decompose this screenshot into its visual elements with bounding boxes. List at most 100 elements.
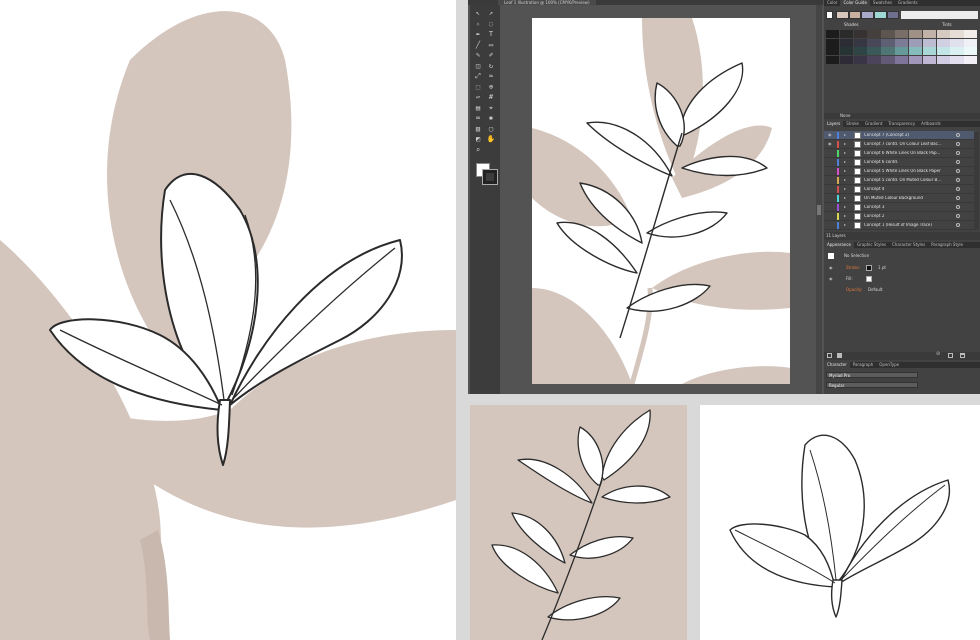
color-variation-swatch[interactable] xyxy=(867,38,881,47)
color-variation-swatch[interactable] xyxy=(839,55,854,64)
stroke-swatch[interactable] xyxy=(866,265,872,271)
color-variation-swatch[interactable] xyxy=(950,47,964,55)
harmony-swatch[interactable] xyxy=(874,11,887,19)
eye-icon[interactable]: ◉ xyxy=(829,277,833,281)
layer-row[interactable]: ▸ Concept 2 xyxy=(824,212,974,221)
canvas-vertical-scrollbar[interactable] xyxy=(816,5,822,394)
color-guide-tab-swatches[interactable]: Swatches xyxy=(870,0,895,6)
perspective-tool[interactable]: ▱ xyxy=(473,93,483,101)
font-family-field[interactable]: Myriad Pro xyxy=(826,372,918,378)
layer-name[interactable]: Concept 1 (Result of Image Trace) xyxy=(864,223,954,227)
color-variation-swatch[interactable] xyxy=(950,30,964,38)
stroke-weight-value[interactable]: 1 pt xyxy=(878,266,886,270)
slice-tool[interactable]: ◩ xyxy=(473,135,483,143)
eye-icon[interactable]: ◉ xyxy=(829,266,833,270)
color-variation-swatch[interactable] xyxy=(853,38,867,47)
color-variation-swatch[interactable] xyxy=(895,47,909,55)
delete-item-icon[interactable] xyxy=(960,353,965,358)
layers-tab-stroke[interactable]: Stroke xyxy=(843,121,862,127)
scale-tool[interactable]: ⤢ xyxy=(473,72,483,80)
expand-arrow-icon[interactable]: ▸ xyxy=(844,160,846,164)
color-variation-swatch[interactable] xyxy=(867,30,881,38)
rectangle-tool[interactable]: ▭ xyxy=(486,41,496,49)
color-variation-swatch[interactable] xyxy=(867,55,881,64)
appearance-tab-paragraph-style[interactable]: Paragraph Style xyxy=(928,242,966,248)
eye-icon[interactable]: ◉ xyxy=(828,133,832,137)
layers-tab-gradient[interactable]: Gradient xyxy=(862,121,885,127)
base-color-swatch[interactable] xyxy=(826,55,839,64)
color-variation-swatch[interactable] xyxy=(964,38,978,47)
color-variation-swatch[interactable] xyxy=(881,55,895,64)
appearance-opacity-row[interactable]: Opacity: Default xyxy=(826,286,976,296)
expand-arrow-icon[interactable]: ▸ xyxy=(844,151,846,155)
appearance-tab-graphic-styles[interactable]: Graphic Styles xyxy=(854,242,889,248)
magic-wand-tool[interactable]: ✧ xyxy=(473,20,483,28)
canvas-area[interactable] xyxy=(502,5,820,394)
appearance-tab-character-styles[interactable]: Character Styles xyxy=(889,242,928,248)
paintbrush-tool[interactable]: ✎ xyxy=(473,51,483,59)
harmony-swatch[interactable] xyxy=(836,11,849,19)
color-variation-swatch[interactable] xyxy=(881,38,895,47)
color-variation-swatch[interactable] xyxy=(908,30,923,38)
stroke-label[interactable]: Stroke: xyxy=(846,266,860,270)
layer-row[interactable]: ▸ Concept 6 contd. xyxy=(824,158,974,167)
layer-target-icon[interactable] xyxy=(956,187,960,191)
expand-arrow-icon[interactable]: ▸ xyxy=(844,142,846,146)
harmony-color-strip[interactable] xyxy=(826,11,978,19)
color-variation-swatch[interactable] xyxy=(936,47,950,55)
layer-name[interactable]: Concept 3 xyxy=(864,205,954,209)
layer-target-icon[interactable] xyxy=(956,223,960,227)
layer-row[interactable]: ▸ Concept 4 xyxy=(824,185,974,194)
expand-arrow-icon[interactable]: ▸ xyxy=(844,214,846,218)
base-color-swatch[interactable] xyxy=(826,38,839,47)
scrollbar-thumb[interactable] xyxy=(817,205,821,215)
layer-row[interactable]: ▸ Concept 5 contd. On Muted Colour B... xyxy=(824,176,974,185)
color-guide-tab-gradients[interactable]: Gradients xyxy=(895,0,921,6)
color-variation-swatch[interactable] xyxy=(950,38,964,47)
color-variation-swatch[interactable] xyxy=(908,47,923,55)
expand-arrow-icon[interactable]: ▸ xyxy=(844,205,846,209)
blend-tool[interactable]: ∞ xyxy=(473,114,483,122)
color-variation-swatch[interactable] xyxy=(908,38,923,47)
color-variation-swatch[interactable] xyxy=(964,30,978,38)
expand-arrow-icon[interactable]: ▸ xyxy=(844,169,846,173)
base-color-swatch[interactable] xyxy=(826,47,839,55)
appearance-stroke-row[interactable]: ◉ Stroke: 1 pt xyxy=(826,264,976,274)
color-variation-swatch[interactable] xyxy=(839,38,854,47)
artboard[interactable] xyxy=(532,18,790,384)
expand-arrow-icon[interactable]: ▸ xyxy=(844,133,846,137)
free-transform-tool[interactable]: ⬚ xyxy=(473,83,483,91)
layer-target-icon[interactable] xyxy=(956,142,960,146)
harmony-swatch[interactable] xyxy=(826,11,833,19)
layer-name[interactable]: Concept 4 xyxy=(864,187,954,191)
color-variation-swatch[interactable] xyxy=(853,30,867,38)
add-fill-icon[interactable] xyxy=(837,353,842,358)
artboard-tool[interactable]: ▢ xyxy=(486,125,496,133)
clear-appearance-icon[interactable]: ⊘ xyxy=(936,352,940,357)
line-tool[interactable]: ╱ xyxy=(473,41,483,49)
layers-tab-artboards[interactable]: Artboards xyxy=(918,121,944,127)
layer-target-icon[interactable] xyxy=(956,214,960,218)
layer-name[interactable]: Concept 6 White Lines On Black Pap... xyxy=(864,151,954,155)
harmony-swatch[interactable] xyxy=(861,11,874,19)
color-variation-swatch[interactable] xyxy=(908,55,923,64)
stroke-color-swatch[interactable] xyxy=(482,169,498,185)
layer-row[interactable]: ▸ Concept 5 White Lines On Black Paper xyxy=(824,167,974,176)
fill-label[interactable]: Fill: xyxy=(846,277,853,281)
color-variation-swatch[interactable] xyxy=(839,47,854,55)
color-variation-swatch[interactable] xyxy=(922,47,937,55)
harmony-swatch[interactable] xyxy=(886,11,900,19)
color-variation-swatch[interactable] xyxy=(936,55,950,64)
layer-target-icon[interactable] xyxy=(956,160,960,164)
layer-target-icon[interactable] xyxy=(956,205,960,209)
rotate-tool[interactable]: ↻ xyxy=(486,62,496,70)
add-stroke-icon[interactable] xyxy=(827,353,832,358)
gradient-tool[interactable]: ▤ xyxy=(473,104,483,112)
color-variation-swatch[interactable] xyxy=(895,38,909,47)
shape-builder-tool[interactable]: ⊕ xyxy=(486,83,496,91)
layer-row[interactable]: ▸ On Muted Colour Background xyxy=(824,194,974,203)
width-tool[interactable]: ≈ xyxy=(486,72,496,80)
layer-name[interactable]: Concept 6 contd. xyxy=(864,160,954,164)
eraser-tool[interactable]: ◫ xyxy=(473,62,483,70)
color-variations-grid[interactable] xyxy=(826,30,978,64)
